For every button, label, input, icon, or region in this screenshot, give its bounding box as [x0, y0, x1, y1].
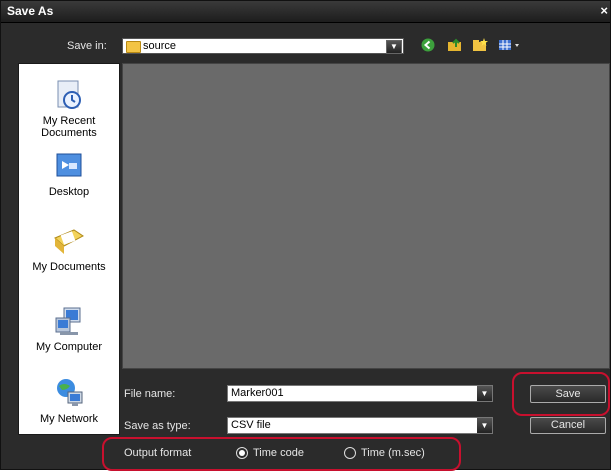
save-in-dropdown[interactable]: source ▼	[122, 38, 404, 54]
file-name-value: Marker001	[231, 387, 284, 399]
place-label: My Network	[39, 413, 99, 425]
chevron-down-icon[interactable]: ▼	[386, 40, 402, 54]
save-as-type-dropdown[interactable]: CSV file ▼	[227, 417, 493, 434]
save-as-dialog: Save As × Save in: source ▼ My Recent Do…	[0, 0, 611, 471]
close-icon[interactable]: ×	[600, 3, 608, 18]
file-name-label: File name:	[124, 388, 176, 400]
save-in-label: Save in:	[67, 40, 107, 52]
place-my-recent-documents[interactable]: My Recent Documents	[19, 78, 119, 139]
folder-icon	[126, 41, 141, 53]
place-label: My Recent Documents	[41, 115, 97, 139]
radio-time-code[interactable]	[236, 447, 248, 459]
save-as-type-value: CSV file	[231, 419, 271, 431]
chevron-down-icon[interactable]: ▼	[477, 386, 492, 401]
dialog-title: Save As	[7, 4, 54, 18]
place-my-network[interactable]: My Network	[19, 376, 119, 425]
place-desktop[interactable]: Desktop	[19, 149, 119, 198]
save-highlight	[512, 372, 610, 416]
new-folder-icon[interactable]	[471, 38, 489, 54]
file-name-input[interactable]: Marker001 ▼	[227, 385, 493, 402]
places-bar: My Recent Documents Desktop My Documents…	[18, 63, 120, 435]
cancel-button[interactable]: Cancel	[530, 417, 606, 434]
place-my-documents[interactable]: My Documents	[19, 224, 119, 273]
place-label: My Documents	[32, 261, 106, 273]
my-computer-icon	[52, 304, 86, 338]
title-bar: Save As ×	[1, 1, 610, 23]
time-msec-label: Time (m.sec)	[361, 447, 425, 459]
save-in-value: source	[143, 40, 177, 52]
recent-documents-icon	[52, 78, 86, 112]
output-format-label: Output format	[124, 447, 192, 459]
time-code-label: Time code	[253, 447, 304, 459]
back-arrow-icon[interactable]	[419, 38, 437, 54]
radio-time-msec[interactable]	[344, 447, 356, 459]
up-folder-icon[interactable]	[446, 38, 464, 54]
my-documents-icon	[52, 224, 86, 258]
file-list[interactable]	[122, 63, 610, 369]
view-menu-icon[interactable]	[497, 38, 523, 54]
place-label: Desktop	[48, 186, 90, 198]
chevron-down-icon[interactable]: ▼	[477, 418, 492, 433]
network-icon	[52, 376, 86, 410]
place-label: My Computer	[35, 341, 103, 353]
place-my-computer[interactable]: My Computer	[19, 304, 119, 353]
desktop-icon	[52, 149, 86, 183]
save-as-type-label: Save as type:	[124, 420, 191, 432]
